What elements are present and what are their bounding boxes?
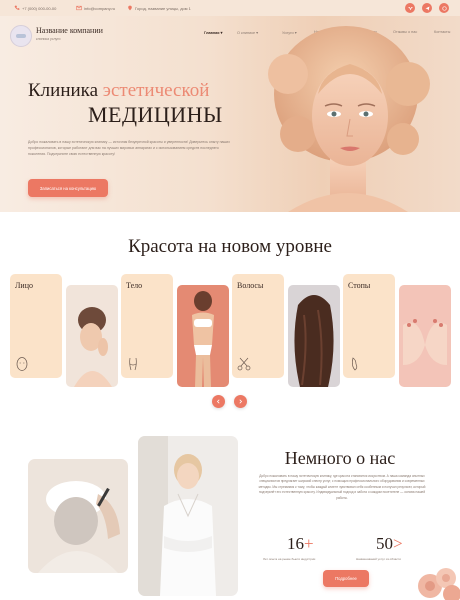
- address-text: Город, название улицы, дом 1: [135, 5, 191, 11]
- foot-icon: [351, 357, 358, 371]
- stat-years-caption: Лет опыта на рынке бьюти индустрии: [263, 557, 316, 561]
- carousel-prev-button[interactable]: [212, 395, 225, 408]
- services-title: Красота на новом уровне: [128, 236, 332, 257]
- nav-item-about-clinic[interactable]: О клинике ▾: [237, 30, 258, 35]
- service-photo-face[interactable]: [66, 285, 118, 387]
- service-photo-body[interactable]: [177, 285, 229, 387]
- company-name: Название компании: [36, 26, 103, 35]
- top-bar: +7 (000) 000-00-00 info@company.ru Город…: [0, 0, 460, 16]
- about-photo-facial-mask: [28, 459, 128, 573]
- email-address: info@company.ru: [84, 5, 116, 11]
- service-card-label: Лицо: [15, 281, 33, 290]
- phone-number: +7 (000) 000-00-00: [22, 5, 57, 11]
- consultation-button[interactable]: Записаться на консультацию: [28, 179, 108, 197]
- scissors-icon: [237, 357, 251, 371]
- hero-description: Добро пожаловать в нашу эстетическую кли…: [28, 140, 230, 156]
- hero-title-part: Клиника: [28, 80, 103, 101]
- about-photo-doctor: [138, 436, 238, 596]
- service-card-hair[interactable]: Волосы: [232, 274, 284, 378]
- hero-title-accent: эстетической: [102, 80, 210, 101]
- phone-contact[interactable]: +7 (000) 000-00-00: [14, 5, 56, 11]
- carousel-next-button[interactable]: [234, 395, 247, 408]
- phone-icon: [14, 5, 20, 10]
- service-card-label: Стопы: [348, 281, 371, 290]
- stat-years-number: 16: [287, 534, 304, 553]
- company-logo[interactable]: [10, 25, 32, 47]
- service-card-face[interactable]: Лицо: [10, 274, 62, 378]
- chevron-left-icon: [216, 399, 220, 404]
- chevron-right-icon: [239, 399, 243, 404]
- decorative-roses-image: [418, 568, 460, 600]
- body-icon: [129, 357, 137, 371]
- service-card-feet[interactable]: Стопы: [343, 274, 395, 378]
- hero-section: Название компании клиника услуги Главная…: [0, 16, 460, 212]
- email-contact[interactable]: info@company.ru: [76, 5, 115, 11]
- company-subtitle: клиника услуги: [36, 37, 61, 41]
- hero-portrait-image: [268, 26, 430, 212]
- about-description: Добро пожаловать в нашу эстетическую кли…: [258, 474, 426, 500]
- hero-title-line1: Клиника эстетической: [28, 80, 209, 102]
- more-button[interactable]: Подробнее: [323, 570, 369, 587]
- mail-icon: [76, 5, 82, 11]
- hero-title-line2: МЕДИЦИНЫ: [88, 102, 223, 127]
- service-card-label: Волосы: [237, 281, 264, 290]
- stat-services-number: 50: [376, 534, 393, 553]
- location-pin-icon: [128, 5, 132, 11]
- stat-services-suffix: >: [393, 534, 403, 553]
- telegram-icon[interactable]: [422, 3, 432, 13]
- whatsapp-icon[interactable]: [439, 3, 449, 13]
- address-contact: Город, название улицы, дом 1: [127, 5, 191, 11]
- nav-item-home[interactable]: Главная ▾: [204, 30, 222, 35]
- service-card-label: Тело: [126, 281, 143, 290]
- stat-years: 16+: [287, 534, 314, 554]
- service-photo-hair[interactable]: [288, 285, 340, 387]
- stat-services-caption: Наименований услуг из области: [356, 557, 401, 561]
- stat-years-suffix: +: [304, 534, 314, 553]
- service-photo-feet[interactable]: [399, 285, 451, 387]
- face-icon: [16, 357, 28, 371]
- service-card-body[interactable]: Тело: [121, 274, 173, 378]
- vk-icon[interactable]: [405, 3, 415, 13]
- about-title: Немного о нас: [284, 448, 396, 468]
- stat-services: 50>: [376, 534, 403, 554]
